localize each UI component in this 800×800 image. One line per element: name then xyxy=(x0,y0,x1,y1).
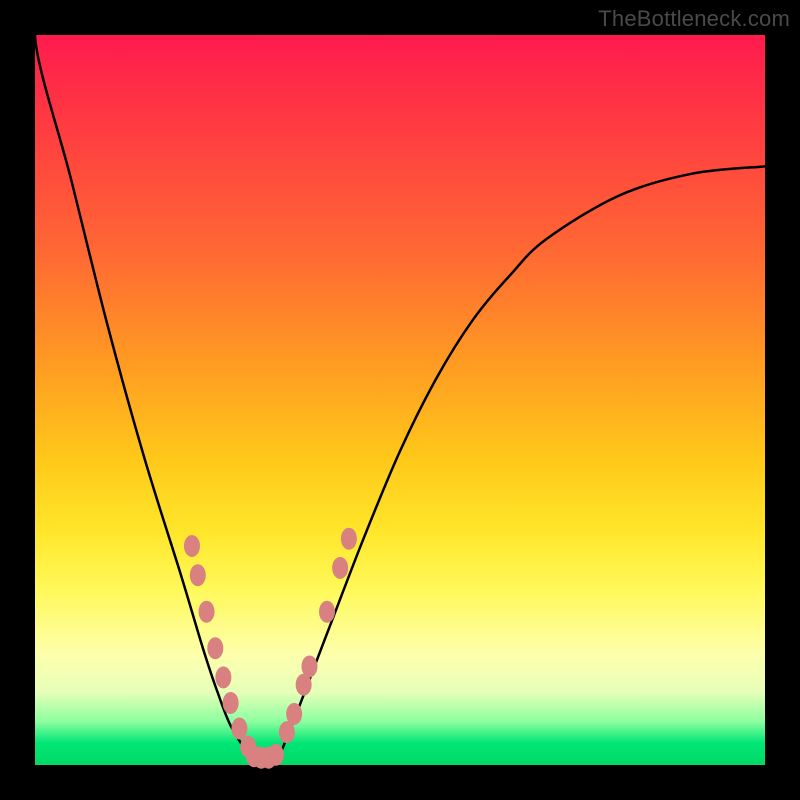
curve-markers xyxy=(184,528,357,769)
curve-marker xyxy=(268,744,284,766)
chart-frame: TheBottleneck.com xyxy=(0,0,800,800)
curve-marker xyxy=(207,637,223,659)
bottleneck-curve xyxy=(35,0,765,761)
curve-marker xyxy=(341,528,357,550)
curve-marker xyxy=(231,718,247,740)
curve-marker xyxy=(301,655,317,677)
chart-plot-area xyxy=(35,35,765,765)
curve-marker xyxy=(286,703,302,725)
curve-marker xyxy=(199,601,215,623)
watermark-text: TheBottleneck.com xyxy=(598,6,790,32)
curve-svg xyxy=(35,35,765,765)
curve-marker xyxy=(223,692,239,714)
curve-marker xyxy=(215,666,231,688)
bottleneck-curve-path xyxy=(35,0,765,761)
curve-marker xyxy=(184,535,200,557)
curve-marker xyxy=(319,601,335,623)
curve-marker xyxy=(190,564,206,586)
curve-marker xyxy=(332,557,348,579)
